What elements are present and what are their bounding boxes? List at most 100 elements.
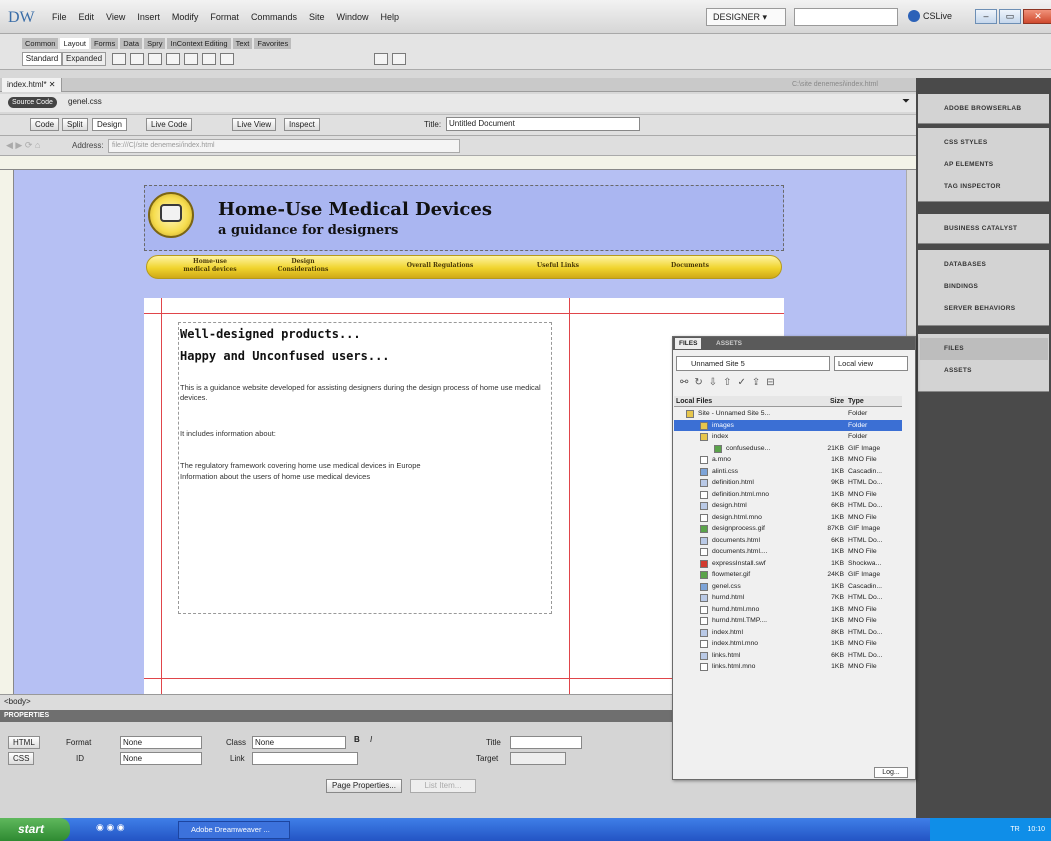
tag-selector-body[interactable]: <body> xyxy=(4,697,31,706)
insert-spry-panels-icon[interactable] xyxy=(184,53,198,65)
insert-frames-icon[interactable] xyxy=(374,53,388,65)
address-input[interactable]: file:///C|/site denemesi/index.html xyxy=(108,139,460,153)
live-code-button[interactable]: Live Code xyxy=(146,118,193,131)
files-tab[interactable]: FILES xyxy=(675,338,702,349)
menu-site[interactable]: Site xyxy=(309,12,325,22)
dock-server-behaviors[interactable]: SERVER BEHAVIORS xyxy=(920,298,1048,320)
dock-databases[interactable]: DATABASES xyxy=(920,254,1048,276)
nav-design-considerations[interactable]: Design Considerations xyxy=(270,258,336,274)
content-list-item-2[interactable]: Information about the users of home use … xyxy=(180,472,550,482)
menu-help[interactable]: Help xyxy=(380,12,399,22)
dock-bindings[interactable]: BINDINGS xyxy=(920,276,1048,298)
title-input[interactable]: Untitled Document xyxy=(446,117,640,131)
filter-icon[interactable]: ⏷ xyxy=(902,96,910,107)
italic-button[interactable]: I xyxy=(370,735,372,744)
title-prop-input[interactable] xyxy=(510,736,582,749)
file-row[interactable]: flowmeter.gif 24KB GIF Image xyxy=(674,569,902,581)
insert-tab-layout[interactable]: Layout xyxy=(60,38,89,49)
file-row[interactable]: images Folder xyxy=(674,419,902,431)
file-row[interactable]: hurnd.html 7KB HTML Do... xyxy=(674,592,902,604)
quick-launch-icons[interactable]: ◉ ◉ ◉ xyxy=(96,822,125,833)
nav-useful-links[interactable]: Useful Links xyxy=(528,262,588,270)
file-row[interactable]: hurnd.html.TMP.... 1KB MNO File xyxy=(674,615,902,627)
target-select[interactable] xyxy=(510,752,566,765)
files-toolbar-icons[interactable]: ⚯↻⇩⇧✓⇪⊟ xyxy=(680,377,781,388)
insert-spry-tabbed-icon[interactable] xyxy=(202,53,216,65)
file-row[interactable]: a.mno 1KB MNO File xyxy=(674,454,902,466)
file-row[interactable]: confuseduse... 21KB GIF Image xyxy=(674,443,902,455)
nav-home-use[interactable]: Home-use medical devices xyxy=(180,258,240,274)
close-button[interactable]: ✕ xyxy=(1023,9,1051,24)
bold-button[interactable]: B xyxy=(354,735,360,744)
file-row[interactable]: definition.html 9KB HTML Do... xyxy=(674,477,902,489)
insert-tab-incontext[interactable]: InContext Editing xyxy=(167,38,231,49)
cslive-button[interactable]: CSLive xyxy=(908,9,952,23)
id-select[interactable]: None xyxy=(120,752,202,765)
assets-tab[interactable]: ASSETS xyxy=(712,338,746,349)
insert-tab-data[interactable]: Data xyxy=(120,38,143,49)
expanded-mode-button[interactable]: Expanded xyxy=(62,52,106,66)
code-view-button[interactable]: Code xyxy=(30,118,60,131)
split-view-button[interactable]: Split xyxy=(62,118,88,131)
file-row[interactable]: documents.html.... 1KB MNO File xyxy=(674,546,902,558)
menu-insert[interactable]: Insert xyxy=(137,12,160,22)
col-type[interactable]: Type xyxy=(848,396,902,407)
file-row[interactable]: expressInstall.swf 1KB Shockwa... xyxy=(674,558,902,570)
file-row[interactable]: design.html 6KB HTML Do... xyxy=(674,500,902,512)
dock-assets[interactable]: ASSETS xyxy=(920,360,1048,382)
maximize-button[interactable]: ▭ xyxy=(999,9,1021,24)
link-input[interactable] xyxy=(252,752,358,765)
insert-frameset-icon[interactable] xyxy=(392,53,406,65)
insert-iframe-icon[interactable] xyxy=(220,53,234,65)
site-select[interactable]: Unnamed Site 5 xyxy=(676,356,830,371)
live-view-button[interactable]: Live View xyxy=(232,118,277,131)
dock-ap-elements[interactable]: AP ELEMENTS xyxy=(920,154,1048,176)
menu-commands[interactable]: Commands xyxy=(251,12,297,22)
dock-adobe-browserlab[interactable]: ADOBE BROWSERLAB xyxy=(920,98,1048,120)
nav-arrows-icon[interactable]: ◀ ▶ ⟳ ⌂ xyxy=(6,140,40,151)
menu-modify[interactable]: Modify xyxy=(172,12,199,22)
standard-mode-button[interactable]: Standard xyxy=(22,52,62,66)
dock-files[interactable]: FILES xyxy=(920,338,1048,360)
file-row[interactable]: hurnd.html.mno 1KB MNO File xyxy=(674,604,902,616)
content-heading-1[interactable]: Well-designed products... xyxy=(180,327,361,341)
col-size[interactable]: Size xyxy=(822,396,844,407)
dock-business-catalyst[interactable]: BUSINESS CATALYST xyxy=(920,218,1048,240)
source-code-badge[interactable]: Source Code xyxy=(8,97,57,108)
log-button[interactable]: Log... xyxy=(874,767,908,778)
site-subtitle[interactable]: a guidance for designers xyxy=(218,223,398,238)
design-view-button[interactable]: Design xyxy=(92,118,127,131)
file-row[interactable]: documents.html 6KB HTML Do... xyxy=(674,535,902,547)
insert-table-icon[interactable] xyxy=(130,53,144,65)
file-row[interactable]: alinti.css 1KB Cascadin... xyxy=(674,466,902,478)
file-row[interactable]: Site - Unnamed Site 5... Folder xyxy=(674,408,902,420)
content-heading-2[interactable]: Happy and Unconfused users... xyxy=(180,349,390,363)
document-tab[interactable]: index.html* ✕ xyxy=(2,78,62,92)
language-indicator[interactable]: TR xyxy=(1010,826,1019,833)
menu-edit[interactable]: Edit xyxy=(79,12,95,22)
insert-tab-common[interactable]: Common xyxy=(22,38,59,49)
list-item-button[interactable]: List Item... xyxy=(410,779,476,793)
content-paragraph-2[interactable]: It includes information about: xyxy=(180,429,550,439)
insert-tab-spry[interactable]: Spry xyxy=(144,38,166,49)
menu-view[interactable]: View xyxy=(106,12,125,22)
taskbar-dreamweaver[interactable]: Adobe Dreamweaver ... xyxy=(178,821,290,839)
site-title[interactable]: Home-Use Medical Devices xyxy=(218,199,492,220)
view-select[interactable]: Local view xyxy=(834,356,908,371)
col-local-files[interactable]: Local Files xyxy=(676,396,712,407)
page-properties-button[interactable]: Page Properties... xyxy=(326,779,402,793)
file-row[interactable]: index.html.mno 1KB MNO File xyxy=(674,638,902,650)
content-paragraph-1[interactable]: This is a guidance website developed for… xyxy=(180,383,550,403)
dock-tag-inspector[interactable]: TAG INSPECTOR xyxy=(920,176,1048,198)
file-row[interactable]: designprocess.gif 87KB GIF Image xyxy=(674,523,902,535)
minimize-button[interactable]: – xyxy=(975,9,997,24)
insert-div-icon[interactable] xyxy=(112,53,126,65)
dock-css-styles[interactable]: CSS STYLES xyxy=(920,132,1048,154)
file-row[interactable]: index Folder xyxy=(674,431,902,443)
insert-tab-forms[interactable]: Forms xyxy=(90,38,119,49)
nav-documents[interactable]: Documents xyxy=(660,262,720,270)
file-row[interactable]: design.html.mno 1KB MNO File xyxy=(674,512,902,524)
format-select[interactable]: None xyxy=(120,736,202,749)
insert-spry-menu-icon[interactable] xyxy=(166,53,180,65)
content-list-item-1[interactable]: The regulatory framework covering home u… xyxy=(180,461,550,471)
